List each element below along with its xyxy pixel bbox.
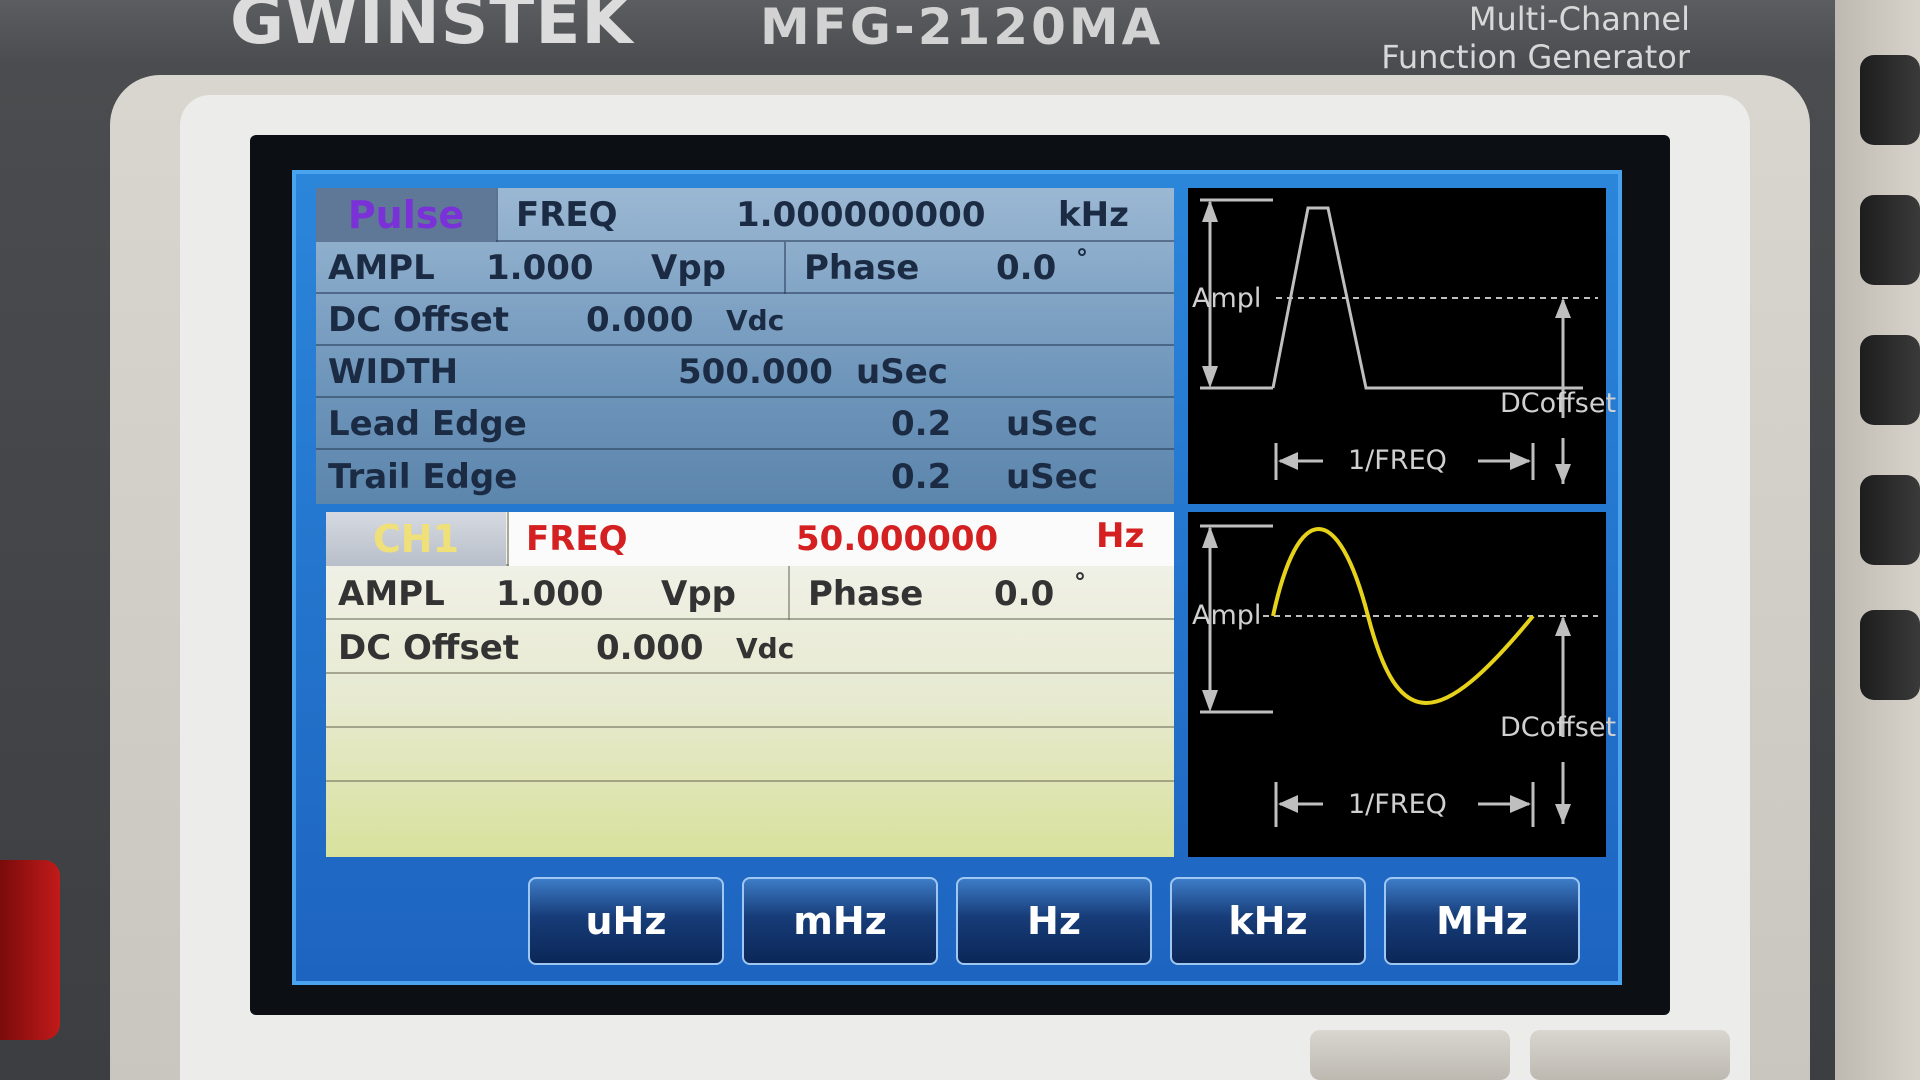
ampl-label: AMPL <box>328 248 435 288</box>
freq-value[interactable]: 1.000000000 <box>736 195 986 235</box>
trail-edge-unit: uSec <box>1006 457 1098 497</box>
pulse-panel[interactable]: Pulse FREQ 1.000000000 kHz AMPL 1.000 Vp… <box>316 188 1174 504</box>
dc-offset-label: DC Offset <box>338 628 520 668</box>
waveform-tag[interactable]: Pulse <box>316 188 496 242</box>
side-key-1[interactable] <box>1860 55 1920 145</box>
ampl-label: AMPL <box>338 574 445 614</box>
phase-unit: ° <box>1074 568 1086 596</box>
ampl-unit: Vpp <box>661 574 736 614</box>
wave-ampl-label: Ampl <box>1192 600 1262 631</box>
phase-label: Phase <box>808 574 924 614</box>
output-connector <box>0 860 60 1040</box>
bottom-key-1[interactable] <box>1310 1030 1510 1080</box>
trail-edge-label: Trail Edge <box>328 457 518 497</box>
wave-ampl-label: Ampl <box>1192 283 1262 314</box>
pulse-lead-row[interactable]: Lead Edge 0.2 uSec <box>316 398 1174 450</box>
description-line-1: Multi-Channel <box>1468 0 1690 38</box>
divider <box>507 512 509 566</box>
freq-label: FREQ <box>526 519 628 559</box>
lead-edge-unit: uSec <box>1006 404 1098 444</box>
pulse-trail-row[interactable]: Trail Edge 0.2 uSec <box>316 450 1174 504</box>
ch1-panel[interactable]: CH1 FREQ 50.000000 Hz AMPL 1.000 Vpp Pha… <box>326 512 1174 857</box>
side-key-2[interactable] <box>1860 195 1920 285</box>
width-unit: uSec <box>856 352 948 392</box>
lead-edge-value[interactable]: 0.2 <box>891 404 951 444</box>
freq-value[interactable]: 50.000000 <box>796 519 998 559</box>
ch1-ampl-row[interactable]: AMPL 1.000 Vpp Phase 0.0 ° <box>326 566 1174 620</box>
ch1-dc-row[interactable]: DC Offset 0.000 Vdc <box>326 620 1174 674</box>
ampl-unit: Vpp <box>651 248 726 288</box>
wave-period-label: 1/FREQ <box>1348 789 1447 820</box>
ch1-empty-row-1 <box>326 674 1174 728</box>
freq-label: FREQ <box>516 195 618 235</box>
phase-value[interactable]: 0.0 <box>996 248 1056 288</box>
ch1-empty-row-3 <box>326 782 1174 836</box>
ch1-empty-row-2 <box>326 728 1174 782</box>
pulse-dc-row[interactable]: DC Offset 0.000 Vdc <box>316 294 1174 346</box>
divider <box>784 242 786 294</box>
wave-period-label: 1/FREQ <box>1348 445 1447 476</box>
description-line-2: Function Generator <box>1381 38 1690 76</box>
wave-dcoffset-label: DCoffset <box>1500 712 1617 743</box>
dc-offset-unit: Vdc <box>726 304 785 337</box>
trail-edge-value[interactable]: 0.2 <box>891 457 951 497</box>
ampl-value[interactable]: 1.000 <box>496 574 604 614</box>
lcd-screen: Pulse FREQ 1.000000000 kHz AMPL 1.000 Vp… <box>292 170 1622 985</box>
width-label: WIDTH <box>328 352 459 392</box>
model-name: MFG-2120MA <box>760 0 1164 56</box>
lead-edge-label: Lead Edge <box>328 404 527 444</box>
channel-tag[interactable]: CH1 <box>326 512 506 566</box>
device-description: Multi-Channel Function Generator <box>1380 0 1690 76</box>
pulse-width-row[interactable]: WIDTH 500.000 uSec <box>316 346 1174 398</box>
wave-dcoffset-label: DCoffset <box>1500 388 1617 419</box>
softkey-mhz-milli[interactable]: mHz <box>742 877 938 965</box>
softkey-khz[interactable]: kHz <box>1170 877 1366 965</box>
pulse-ampl-row[interactable]: AMPL 1.000 Vpp Phase 0.0 ° <box>316 242 1174 294</box>
pulse-freq-row[interactable]: Pulse FREQ 1.000000000 kHz <box>316 188 1174 242</box>
softkey-mhz-mega[interactable]: MHz <box>1384 877 1580 965</box>
phase-value[interactable]: 0.0 <box>994 574 1054 614</box>
dc-offset-value[interactable]: 0.000 <box>596 628 704 668</box>
width-value[interactable]: 500.000 <box>678 352 833 392</box>
phase-unit: ° <box>1076 244 1088 272</box>
ch1-freq-row[interactable]: CH1 FREQ 50.000000 Hz <box>326 512 1174 566</box>
dc-offset-value[interactable]: 0.000 <box>586 300 694 340</box>
divider <box>788 566 790 620</box>
brand-logo: GWINSTEK <box>230 0 634 59</box>
dc-offset-unit: Vdc <box>736 632 795 665</box>
bottom-key-2[interactable] <box>1530 1030 1730 1080</box>
side-key-5[interactable] <box>1860 610 1920 700</box>
dc-offset-label: DC Offset <box>328 300 510 340</box>
side-key-3[interactable] <box>1860 335 1920 425</box>
device-header: GWINSTEK MFG-2120MA Multi-Channel Functi… <box>230 0 1730 76</box>
side-key-4[interactable] <box>1860 475 1920 565</box>
pulse-waveform-diagram: Ampl DCoffset 1/FREQ <box>1188 188 1616 504</box>
phase-label: Phase <box>804 248 920 288</box>
freq-unit: kHz <box>1058 195 1129 235</box>
freq-unit: Hz <box>1096 516 1145 556</box>
ampl-value[interactable]: 1.000 <box>486 248 594 288</box>
softkey-uhz[interactable]: uHz <box>528 877 724 965</box>
divider <box>496 188 498 242</box>
softkey-hz[interactable]: Hz <box>956 877 1152 965</box>
sine-waveform-diagram: Ampl DCoffset 1/FREQ <box>1188 512 1616 857</box>
